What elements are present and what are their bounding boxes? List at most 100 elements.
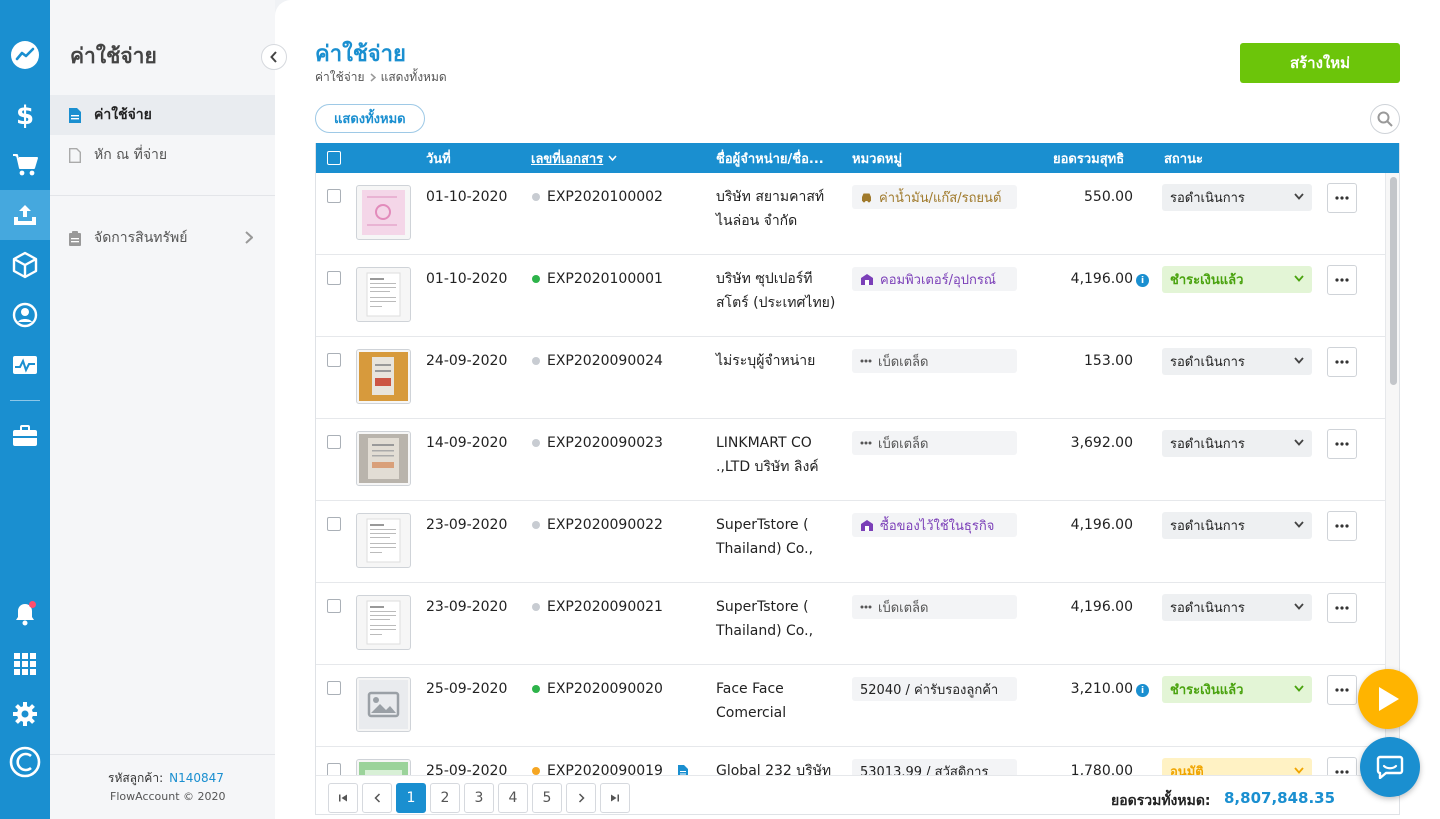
receipt-thumbnail[interactable] [356, 677, 411, 732]
scrollbar-thumb[interactable] [1390, 177, 1397, 385]
row-checkbox[interactable] [327, 599, 341, 613]
column-status[interactable]: สถานะ [1164, 143, 1203, 173]
last-page-button[interactable] [600, 783, 630, 813]
row-more-button[interactable] [1327, 675, 1357, 705]
row-doc-no-text: EXP2020090023 [547, 435, 663, 451]
row-doc-no[interactable]: EXP2020090020 [532, 681, 663, 697]
info-icon[interactable]: i [1136, 274, 1149, 287]
page-5-button[interactable]: 5 [532, 783, 562, 813]
expense-icon[interactable] [0, 190, 50, 240]
breadcrumb-item[interactable]: ค่าใช้จ่าย [315, 68, 365, 87]
column-category[interactable]: หมวดหมู่ [852, 143, 902, 173]
first-page-button[interactable] [328, 783, 358, 813]
box-icon[interactable] [0, 240, 50, 290]
receipt-thumbnail[interactable] [356, 349, 411, 404]
row-checkbox[interactable] [327, 435, 341, 449]
info-icon[interactable]: i [1136, 684, 1149, 697]
receipt-thumbnail[interactable] [356, 759, 411, 775]
more-dots-icon [1335, 688, 1349, 692]
copyright: FlowAccount © 2020 [110, 790, 226, 803]
receipt-thumbnail[interactable] [356, 595, 411, 650]
column-date[interactable]: วันที่ [426, 143, 451, 173]
table-row[interactable]: 23-09-2020 EXP2020090022 SuperTstore (Thai… [316, 501, 1385, 583]
column-amount[interactable]: ยอดรวมสุทธิ [1053, 143, 1124, 173]
row-checkbox[interactable] [327, 353, 341, 367]
contact-icon[interactable] [0, 290, 50, 340]
row-doc-no[interactable]: EXP2020090023 [532, 435, 663, 451]
row-category-text: 53013.99 / สวัสดิการ [860, 764, 989, 776]
row-status-select[interactable]: รอดำเนินการ [1162, 430, 1312, 457]
receipt-thumbnail[interactable] [356, 513, 411, 568]
row-vendor-line2: .,LTD บริษัท ลิงค์ [716, 459, 819, 475]
bell-icon[interactable] [0, 589, 50, 639]
row-checkbox[interactable] [327, 517, 341, 531]
sidebar-item-label: จัดการสินทรัพย์ [94, 230, 188, 246]
table-row[interactable]: 01-10-2020 EXP2020100001 บริษัท ซุปเปอร์ที… [316, 255, 1385, 337]
row-status-select[interactable]: อนุมัติ [1162, 758, 1312, 775]
row-checkbox[interactable] [327, 681, 341, 695]
column-vendor[interactable]: ชื่อผู้จำหน่าย/ชื่อ... [716, 143, 824, 173]
table-row[interactable]: 25-09-2020 EXP2020090019 Global 232 บริษัท… [316, 747, 1385, 775]
row-more-button[interactable] [1327, 265, 1357, 295]
customer-id-value: N140847 [169, 771, 224, 785]
flowaccount-logo-icon[interactable] [0, 737, 50, 787]
row-checkbox[interactable] [327, 763, 341, 775]
table-row[interactable]: 01-10-2020 EXP2020100002 บริษัท สยามคาสท์ไ… [316, 173, 1385, 255]
row-doc-no[interactable]: EXP2020100001 [532, 271, 663, 287]
row-doc-no[interactable]: EXP2020090022 [532, 517, 663, 533]
select-all-checkbox[interactable] [327, 143, 341, 173]
receipt-thumbnail[interactable] [356, 431, 411, 486]
sidebar-item-withholding[interactable]: หัก ณ ที่จ่าย [50, 135, 275, 175]
receipt-thumbnail[interactable] [356, 267, 411, 322]
chat-button[interactable] [1360, 737, 1420, 797]
row-status-select[interactable]: รอดำเนินการ [1162, 184, 1312, 211]
table-row[interactable]: 23-09-2020 EXP2020090021 SuperTstore (Thai… [316, 583, 1385, 665]
row-more-button[interactable] [1327, 593, 1357, 623]
row-vendor-line1: SuperTstore ( [716, 517, 809, 533]
row-status-select[interactable]: รอดำเนินการ [1162, 348, 1312, 375]
search-button[interactable] [1370, 104, 1400, 134]
gear-icon[interactable] [0, 689, 50, 739]
row-more-button[interactable] [1327, 347, 1357, 377]
row-doc-no[interactable]: EXP2020090024 [532, 353, 663, 369]
row-more-button[interactable] [1327, 511, 1357, 541]
chevron-down-icon [1294, 439, 1304, 446]
row-vendor-line1: Global 232 บริษัท [716, 763, 832, 775]
create-new-button[interactable]: สร้างใหม่ [1240, 43, 1400, 83]
next-page-button[interactable] [566, 783, 596, 813]
row-status-select[interactable]: ชำระเงินแล้ว [1162, 676, 1312, 703]
page-3-button[interactable]: 3 [464, 783, 494, 813]
table-row[interactable]: 14-09-2020 EXP2020090023 LINKMART CO .,LTD … [316, 419, 1385, 501]
row-more-button[interactable] [1327, 183, 1357, 213]
dashboard-icon[interactable] [0, 30, 50, 80]
row-doc-no[interactable]: EXP2020100002 [532, 189, 663, 205]
page-4-button[interactable]: 4 [498, 783, 528, 813]
row-checkbox[interactable] [327, 271, 341, 285]
sidebar-item-expenses[interactable]: ค่าใช้จ่าย [50, 95, 275, 135]
page-1-button[interactable]: 1 [396, 783, 426, 813]
column-doc-no[interactable]: เลขที่เอกสาร [531, 143, 617, 173]
row-status-select[interactable]: รอดำเนินการ [1162, 512, 1312, 539]
row-checkbox[interactable] [327, 189, 341, 203]
briefcase-icon[interactable] [0, 411, 50, 461]
show-all-filter[interactable]: แสดงทั้งหมด [315, 104, 425, 133]
page-2-button[interactable]: 2 [430, 783, 460, 813]
row-status-select[interactable]: รอดำเนินการ [1162, 594, 1312, 621]
dollar-icon[interactable]: $ [0, 90, 50, 140]
table-row[interactable]: 25-09-2020 EXP2020090020 Face Face Comercia… [316, 665, 1385, 747]
row-status-select[interactable]: ชำระเงินแล้ว [1162, 266, 1312, 293]
play-tutorial-button[interactable] [1358, 669, 1418, 729]
row-more-button[interactable] [1327, 757, 1357, 775]
table-row[interactable]: 24-09-2020 EXP2020090024 ไม่ระบุผู้จำหน่าย… [316, 337, 1385, 419]
row-doc-no[interactable]: EXP2020090021 [532, 599, 663, 615]
cart-icon[interactable] [0, 140, 50, 190]
row-more-button[interactable] [1327, 429, 1357, 459]
report-icon[interactable] [0, 340, 50, 390]
row-doc-no[interactable]: EXP2020090019 [532, 763, 688, 775]
row-amount: 153.00 [1084, 353, 1133, 369]
collapse-sidebar-button[interactable] [261, 44, 287, 70]
sidebar-item-assets[interactable]: จัดการสินทรัพย์ [50, 218, 275, 258]
prev-page-button[interactable] [362, 783, 392, 813]
apps-icon[interactable] [0, 639, 50, 689]
receipt-thumbnail[interactable] [356, 185, 411, 240]
